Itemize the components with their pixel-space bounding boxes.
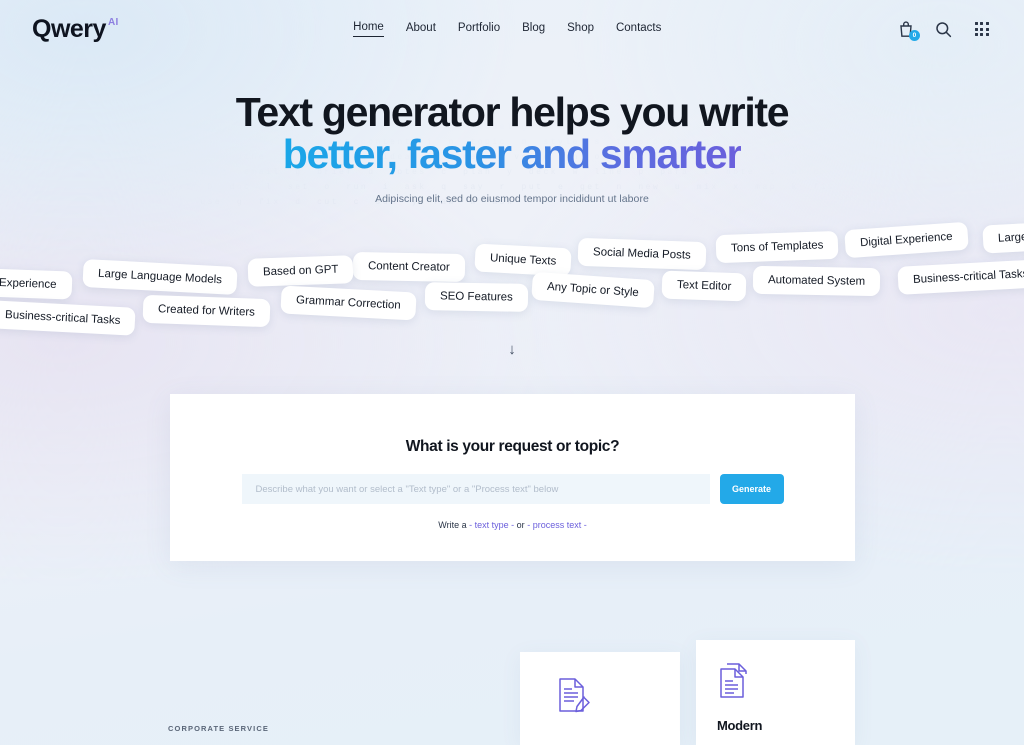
scroll-down-arrow-icon[interactable]: ↓ (508, 342, 516, 357)
tag-cloud: Digital Experience Large Tons of Templates… (0, 221, 1024, 342)
nav-item-about[interactable]: About (406, 22, 436, 37)
tag-pill[interactable]: Business-critical Tasks (897, 259, 1024, 295)
main-navigation: Home About Portfolio Blog Shop Contacts (353, 21, 661, 37)
tag-pill[interactable]: Created for Writers (142, 294, 271, 328)
hero-section: Text generator helps you write better, f… (0, 89, 1024, 205)
tag-pill[interactable]: Experience (0, 268, 73, 300)
tag-pill[interactable]: Business-critical Tasks (0, 300, 137, 336)
nav-item-contacts[interactable]: Contacts (616, 22, 661, 37)
hint-dash-1: - (469, 520, 473, 530)
document-edit-icon (556, 676, 592, 719)
brand-logo[interactable]: Qwery AI (32, 15, 119, 44)
feature-card-2[interactable]: Modern (696, 640, 855, 745)
feature-card-2-title: Modern (717, 718, 763, 733)
tag-pill[interactable]: Tons of Templates (715, 230, 839, 264)
nav-item-portfolio[interactable]: Portfolio (458, 22, 500, 37)
page-title: Text generator helps you write better, f… (0, 89, 1024, 177)
request-hint: Write a - text type - or - process text … (170, 520, 855, 530)
shopping-bag-icon[interactable]: 0 (896, 19, 920, 41)
nav-item-shop[interactable]: Shop (567, 22, 594, 37)
hint-dash-4: - (583, 520, 587, 530)
tag-pill[interactable]: Automated System (752, 265, 881, 297)
documents-stack-icon (717, 662, 753, 705)
tag-pill[interactable]: Unique Texts (474, 243, 572, 277)
tag-pill[interactable]: Any Topic or Style (531, 271, 655, 309)
tag-pill[interactable]: Digital Experience (844, 221, 969, 259)
request-input[interactable] (241, 474, 710, 504)
grid-menu-icon[interactable] (972, 19, 992, 39)
hero-subtitle: Adipiscing elit, sed do eiusmod tempor i… (375, 192, 649, 205)
cart-badge: 0 (908, 30, 920, 41)
nav-item-home[interactable]: Home (353, 21, 384, 37)
corporate-service-label: CORPORATE SERVICE (168, 724, 269, 733)
hint-link-text-type[interactable]: text type (475, 520, 509, 530)
hint-prefix: Write a (438, 520, 467, 530)
search-icon[interactable] (934, 19, 954, 39)
request-card-title: What is your request or topic? (405, 438, 620, 455)
tag-pill[interactable]: Grammar Correction (280, 285, 417, 321)
request-card: What is your request or topic? Generate … (170, 394, 855, 561)
tag-pill[interactable]: Based on GPT (247, 255, 354, 287)
tag-pill[interactable]: Large (982, 222, 1024, 254)
tag-pill[interactable]: Large Language Models (82, 258, 238, 296)
hint-link-process-text[interactable]: process text (533, 520, 582, 530)
hero-line-1: Text generator helps you write (235, 89, 790, 135)
tag-pill[interactable]: Content Creator (352, 252, 466, 282)
hint-dash-3: - (527, 520, 531, 530)
brand-name: Qwery (32, 14, 106, 43)
generate-button[interactable]: Generate (719, 474, 784, 504)
tag-pill[interactable]: Social Media Posts (577, 237, 707, 271)
hint-or: or (516, 520, 525, 530)
hero-line-2: better, faster and smarter (282, 130, 743, 177)
site-header: Qwery AI Home About Portfolio Blog Shop … (0, 0, 1024, 58)
tag-pill[interactable]: SEO Features (424, 282, 529, 312)
hint-dash-2: - (511, 520, 515, 530)
nav-item-blog[interactable]: Blog (522, 22, 545, 37)
feature-card-1[interactable] (520, 652, 680, 745)
brand-suffix: AI (107, 16, 119, 28)
request-input-row: Generate (241, 474, 784, 504)
header-actions: 0 (896, 19, 992, 41)
tag-pill[interactable]: Text Editor (661, 270, 747, 302)
